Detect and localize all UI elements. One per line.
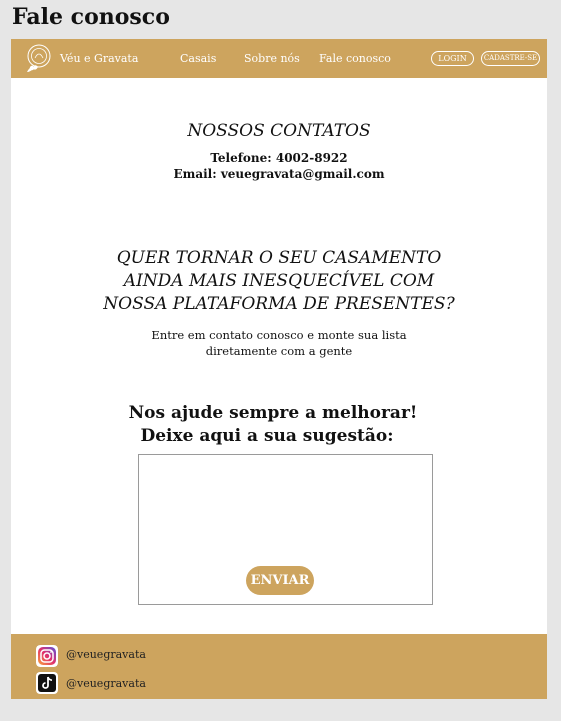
instagram-handle[interactable]: @veuegravata	[66, 648, 146, 661]
logo-icon[interactable]	[23, 42, 55, 74]
cta-subtext-line: diretamente com a gente	[205, 344, 353, 358]
page-title: Fale conosco	[12, 4, 170, 30]
login-button[interactable]: LOGIN	[431, 51, 474, 66]
cta-line: QUER TORNAR O SEU CASAMENTO	[116, 248, 442, 268]
nav-link-casais[interactable]: Casais	[180, 52, 216, 65]
suggestion-heading: Nos ajude sempre a melhorar!	[128, 403, 418, 423]
contact-phone: Telefone: 4002-8922	[210, 151, 348, 165]
contact-email: Email: veuegravata@gmail.com	[173, 167, 385, 181]
cta-line: NOSSA PLATAFORMA DE PRESENTES?	[103, 294, 455, 314]
website-frame: Véu e Gravata Casais Sobre nós Fale cono…	[11, 39, 547, 699]
instagram-icon[interactable]	[36, 645, 58, 667]
send-button[interactable]: ENVIAR	[246, 566, 314, 595]
tiktok-icon[interactable]	[36, 672, 58, 694]
tiktok-handle[interactable]: @veuegravata	[66, 677, 146, 690]
suggestion-prompt: Deixe aqui a sua sugestão:	[140, 426, 394, 446]
navbar: Véu e Gravata Casais Sobre nós Fale cono…	[11, 39, 547, 78]
nav-link-fale-conosco[interactable]: Fale conosco	[319, 52, 391, 65]
nav-link-sobre-nos[interactable]: Sobre nós	[244, 52, 300, 65]
contacts-heading: NOSSOS CONTATOS	[187, 121, 371, 141]
brand-name[interactable]: Véu e Gravata	[60, 52, 138, 65]
cta-subtext-line: Entre em contato conosco e monte sua lis…	[151, 328, 407, 342]
footer: @veuegravata @veuegravata	[11, 634, 547, 699]
signup-button[interactable]: CADASTRE-SE	[481, 51, 540, 66]
cta-subtext: Entre em contato conosco e monte sua lis…	[11, 327, 547, 359]
cta-heading: QUER TORNAR O SEU CASAMENTO AINDA MAIS I…	[11, 247, 547, 316]
cta-line: AINDA MAIS INESQUECÍVEL COM	[123, 271, 435, 291]
